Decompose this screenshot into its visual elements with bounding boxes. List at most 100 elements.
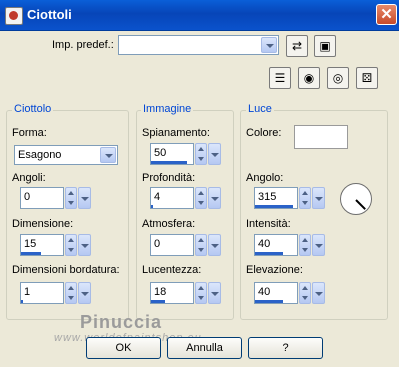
angoli-spinner[interactable]: 0	[20, 187, 92, 209]
elevazione-slider-toggle[interactable]	[312, 282, 325, 304]
group-ciottolo-title: Ciottolo	[12, 103, 54, 115]
lucentezza-level-bar	[151, 300, 165, 303]
spianamento-input[interactable]: 50	[150, 143, 194, 165]
intensita-label: Intensità:	[246, 218, 291, 230]
reset-preset-button[interactable]: ⇄	[286, 35, 308, 57]
angolo-slider-toggle[interactable]	[312, 187, 325, 209]
lucentezza-input[interactable]: 18	[150, 282, 194, 304]
preset-dropdown[interactable]	[118, 35, 279, 55]
proof-button[interactable]: ◉	[298, 67, 320, 89]
save-icon: ▣	[319, 39, 331, 53]
atmosfera-input[interactable]: 0	[150, 234, 194, 256]
spianamento-value: 50	[154, 147, 167, 159]
group-luce-title: Luce	[246, 103, 274, 115]
angoli-label: Angoli:	[12, 172, 46, 184]
angolo-value: 315	[258, 191, 277, 203]
lucentezza-value: 18	[154, 286, 167, 298]
lucentezza-label: Lucentezza:	[142, 264, 202, 276]
angoli-slider-toggle[interactable]	[78, 187, 91, 209]
bordatura-up-down-arrows[interactable]	[65, 282, 77, 304]
forma-dropdown[interactable]: Esagono	[14, 145, 118, 165]
save-preset-button[interactable]: ▣	[314, 35, 336, 57]
lucentezza-spinner[interactable]: 18	[150, 282, 222, 304]
dimensione-input[interactable]: 15	[20, 234, 64, 256]
spianamento-slider-toggle[interactable]	[208, 143, 221, 165]
atmosfera-slider-toggle[interactable]	[208, 234, 221, 256]
elevazione-spinner[interactable]: 40	[254, 282, 326, 304]
bordatura-value: 1	[24, 286, 31, 298]
spianamento-level-bar	[151, 161, 187, 164]
bordatura-slider-toggle[interactable]	[78, 282, 91, 304]
elevazione-up-down-arrows[interactable]	[299, 282, 311, 304]
lucentezza-slider-toggle[interactable]	[208, 282, 221, 304]
preview-toggle-button[interactable]: ☰	[269, 67, 291, 89]
chevron-down-icon	[100, 147, 116, 163]
preset-label: Imp. predef.:	[52, 39, 114, 51]
dimensione-level-bar	[21, 252, 41, 255]
watermark-text: Pinuccia	[80, 312, 163, 332]
angolo-up-down-arrows[interactable]	[299, 187, 311, 209]
angolo-level-bar	[255, 205, 293, 208]
annulla-button[interactable]: Annulla	[167, 337, 242, 359]
elevazione-input[interactable]: 40	[254, 282, 298, 304]
dimensione-spinner[interactable]: 15	[20, 234, 92, 256]
bordatura-spinner[interactable]: 1	[20, 282, 92, 304]
profondita-spinner[interactable]: 4	[150, 187, 222, 209]
spianamento-spinner[interactable]: 50	[150, 143, 222, 165]
elevazione-level-bar	[255, 300, 283, 303]
intensita-level-bar	[255, 252, 283, 255]
atmosfera-value: 0	[154, 238, 161, 250]
forma-label: Forma:	[12, 127, 47, 139]
chevron-down-icon	[261, 37, 277, 53]
help-button[interactable]: ?	[248, 337, 323, 359]
elevazione-value: 40	[258, 286, 271, 298]
bordatura-level-bar	[21, 300, 23, 303]
title-bar: Ciottoli ✕	[0, 0, 399, 31]
intensita-slider-toggle[interactable]	[312, 234, 325, 256]
profondita-up-down-arrows[interactable]	[195, 187, 207, 209]
ok-button[interactable]: OK	[86, 337, 161, 359]
dimensione-slider-toggle[interactable]	[78, 234, 91, 256]
dimensione-up-down-arrows[interactable]	[65, 234, 77, 256]
atmosfera-label: Atmosfera:	[142, 218, 196, 230]
angoli-input[interactable]: 0	[20, 187, 64, 209]
colore-label: Colore:	[246, 127, 282, 139]
profondita-label: Profondità:	[142, 172, 196, 184]
profondita-value: 4	[154, 191, 161, 203]
angolo-spinner[interactable]: 315	[254, 187, 326, 209]
elevazione-label: Elevazione:	[246, 264, 303, 276]
angolo-label: Angolo:	[246, 172, 284, 184]
light-angle-dial[interactable]	[340, 183, 372, 215]
group-immagine-title: Immagine	[141, 103, 194, 115]
dimensione-value: 15	[24, 238, 37, 250]
atmosfera-up-down-arrows[interactable]	[195, 234, 207, 256]
intensita-input[interactable]: 40	[254, 234, 298, 256]
profondita-level-bar	[151, 205, 153, 208]
colore-swatch[interactable]	[294, 125, 348, 149]
angolo-input[interactable]: 315	[254, 187, 298, 209]
forma-value: Esagono	[18, 149, 62, 161]
app-icon	[5, 7, 23, 25]
dice-icon: ⚄	[361, 71, 373, 85]
angoli-up-down-arrows[interactable]	[65, 187, 77, 209]
spianamento-label: Spianamento:	[142, 127, 210, 139]
swap-icon: ⇄	[291, 39, 303, 53]
intensita-up-down-arrows[interactable]	[299, 234, 311, 256]
close-button[interactable]: ✕	[376, 4, 397, 25]
dimensione-label: Dimensione:	[12, 218, 74, 230]
eye-icon: ◎	[332, 71, 344, 85]
intensita-spinner[interactable]: 40	[254, 234, 326, 256]
spianamento-up-down-arrows[interactable]	[195, 143, 207, 165]
profondita-input[interactable]: 4	[150, 187, 194, 209]
intensita-value: 40	[258, 238, 271, 250]
dial-needle	[355, 199, 366, 210]
window-icon: ☰	[274, 71, 286, 85]
lucentezza-up-down-arrows[interactable]	[195, 282, 207, 304]
atmosfera-spinner[interactable]: 0	[150, 234, 222, 256]
profondita-slider-toggle[interactable]	[208, 187, 221, 209]
bordatura-input[interactable]: 1	[20, 282, 64, 304]
randomize-button[interactable]: ⚄	[356, 67, 378, 89]
bordatura-label: Dimensioni bordatura:	[12, 264, 120, 276]
auto-proof-button[interactable]: ◎	[327, 67, 349, 89]
angoli-value: 0	[24, 191, 31, 203]
